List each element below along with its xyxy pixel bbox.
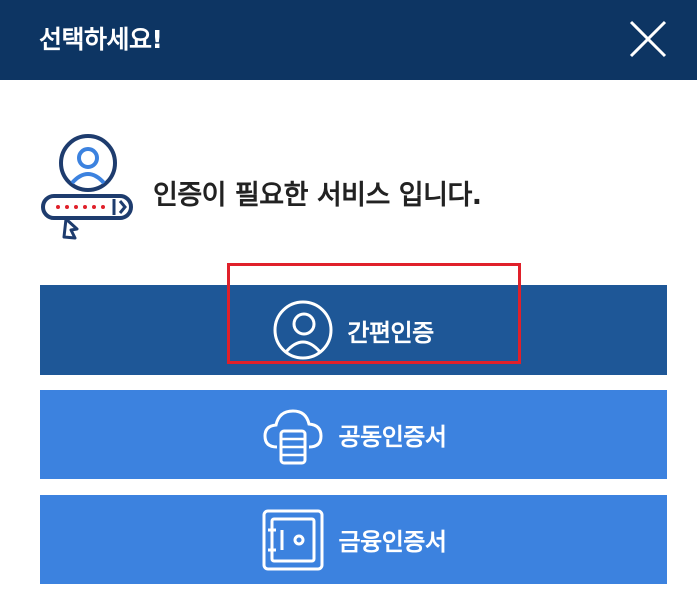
auth-notice: 인증이 필요한 서비스 입니다.	[40, 133, 660, 248]
close-button[interactable]	[626, 17, 670, 61]
simple-auth-label: 간편인증	[347, 318, 434, 347]
joint-certificate-button[interactable]: 공동인증서	[40, 390, 667, 479]
close-x-icon	[629, 20, 667, 58]
user-password-icon	[41, 134, 133, 240]
joint-certificate-label: 공동인증서	[338, 423, 447, 451]
dialog-title: 선택하세요!	[39, 25, 163, 54]
dialog-header: 선택하세요!	[0, 0, 697, 80]
cloud-database-icon	[263, 408, 323, 464]
safe-vault-icon	[262, 509, 324, 570]
financial-certificate-label: 금융인증서	[338, 528, 447, 556]
auth-message: 인증이 필요한 서비스 입니다.	[153, 180, 482, 211]
simple-auth-button[interactable]: 간편인증	[40, 285, 667, 375]
financial-certificate-button[interactable]: 금융인증서	[40, 495, 667, 584]
user-circle-icon	[273, 300, 333, 360]
